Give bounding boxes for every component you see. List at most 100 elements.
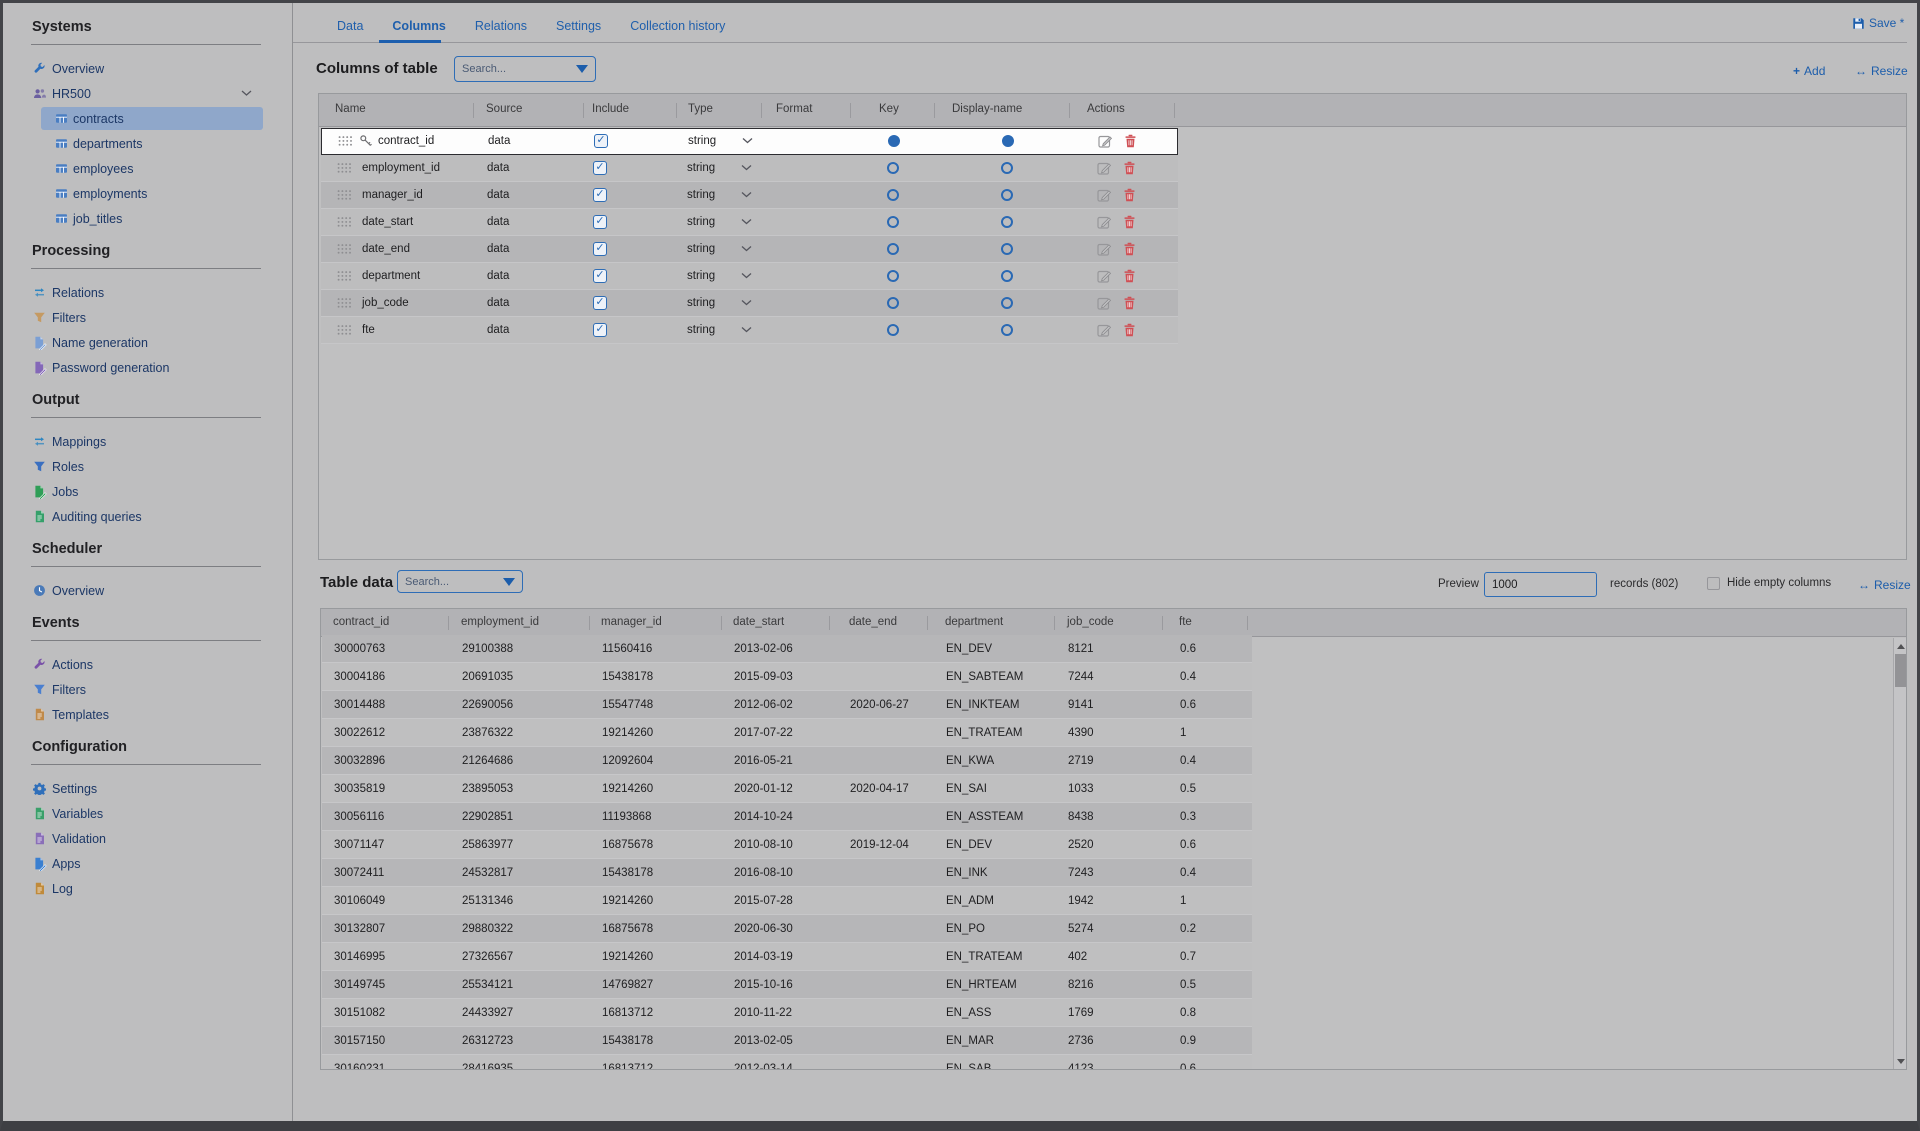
sidebar-item-actions[interactable]: Actions (3, 652, 292, 677)
vertical-scrollbar[interactable] (1893, 638, 1907, 1069)
tab-data[interactable]: Data (337, 19, 363, 33)
data-row[interactable]: 3003581923895053192142602020-01-122020-0… (322, 775, 1252, 803)
drag-handle-icon[interactable] (337, 189, 352, 200)
delete-icon[interactable] (1124, 134, 1137, 148)
scroll-up-button[interactable] (1895, 640, 1907, 652)
table-resize-button[interactable]: ↔ Resize (1858, 578, 1911, 592)
drag-handle-icon[interactable] (337, 297, 352, 308)
sidebar-item-settings[interactable]: Settings (3, 776, 292, 801)
sidebar-item-roles[interactable]: Roles (3, 454, 292, 479)
sidebar-item-filters[interactable]: Filters (3, 677, 292, 702)
column-row-contract_id[interactable]: contract_id data ✓ string (321, 128, 1178, 155)
sidebar-item-overview[interactable]: Overview (3, 578, 292, 603)
columns-search-combo[interactable]: Search... (454, 56, 596, 82)
hide-empty-columns-checkbox[interactable] (1707, 577, 1720, 590)
chevron-down-icon[interactable] (241, 90, 252, 97)
edit-icon[interactable] (1097, 295, 1112, 310)
tab-settings[interactable]: Settings (556, 19, 601, 33)
delete-icon[interactable] (1123, 215, 1136, 229)
data-row[interactable]: 3000418620691035154381782015-09-03EN_SAB… (322, 663, 1252, 691)
sidebar-item-name-generation[interactable]: Name generation (3, 330, 292, 355)
chevron-down-icon[interactable] (741, 299, 752, 306)
data-row[interactable]: 3014974525534121147698272015-10-16EN_HRT… (322, 971, 1252, 999)
chevron-down-icon[interactable] (741, 326, 752, 333)
data-row[interactable]: 3000076329100388115604162013-02-06EN_DEV… (322, 635, 1252, 663)
delete-icon[interactable] (1123, 296, 1136, 310)
edit-icon[interactable] (1097, 241, 1112, 256)
key-radio[interactable] (887, 216, 899, 228)
data-row[interactable]: 3015715026312723154381782013-02-05EN_MAR… (322, 1027, 1252, 1055)
sidebar-item-mappings[interactable]: Mappings (3, 429, 292, 454)
scrollbar-thumb[interactable] (1895, 654, 1907, 687)
data-row[interactable]: 3016023128416935168137122012-03-14EN_SAB… (322, 1055, 1252, 1070)
data-row[interactable]: 3005611622902851111938682014-10-24EN_ASS… (322, 803, 1252, 831)
include-checkbox[interactable]: ✓ (594, 134, 608, 148)
display-name-radio[interactable] (1001, 324, 1013, 336)
edit-icon[interactable] (1097, 214, 1112, 229)
data-row[interactable]: 3003289621264686120926042016-05-21EN_KWA… (322, 747, 1252, 775)
include-checkbox[interactable]: ✓ (593, 188, 607, 202)
column-row-employment_id[interactable]: employment_id data ✓ string (321, 155, 1178, 182)
key-radio[interactable] (887, 189, 899, 201)
key-radio[interactable] (888, 135, 900, 147)
column-row-department[interactable]: department data ✓ string (321, 263, 1178, 290)
delete-icon[interactable] (1123, 242, 1136, 256)
drag-handle-icon[interactable] (337, 243, 352, 254)
sidebar-item-hr500[interactable]: HR500 (3, 81, 292, 106)
drag-handle-icon[interactable] (337, 162, 352, 173)
sidebar-item-jobs[interactable]: Jobs (3, 479, 292, 504)
sidebar-item-apps[interactable]: Apps (3, 851, 292, 876)
display-name-radio[interactable] (1001, 216, 1013, 228)
include-checkbox[interactable]: ✓ (593, 323, 607, 337)
sidebar-item-log[interactable]: Log (3, 876, 292, 901)
sidebar-item-relations[interactable]: Relations (3, 280, 292, 305)
key-radio[interactable] (887, 162, 899, 174)
data-row[interactable]: 3015108224433927168137122010-11-22EN_ASS… (322, 999, 1252, 1027)
sidebar-item-overview[interactable]: Overview (3, 56, 292, 81)
columns-resize-button[interactable]: ↔ Resize (1855, 64, 1908, 78)
column-row-job_code[interactable]: job_code data ✓ string (321, 290, 1178, 317)
column-row-date_start[interactable]: date_start data ✓ string (321, 209, 1178, 236)
display-name-radio[interactable] (1002, 135, 1014, 147)
edit-icon[interactable] (1097, 268, 1112, 283)
drag-handle-icon[interactable] (337, 324, 352, 335)
sidebar-item-password-generation[interactable]: Password generation (3, 355, 292, 380)
column-row-manager_id[interactable]: manager_id data ✓ string (321, 182, 1178, 209)
key-radio[interactable] (887, 243, 899, 255)
table-search-combo[interactable]: Search... (397, 570, 523, 593)
sidebar-item-variables[interactable]: Variables (3, 801, 292, 826)
data-row[interactable]: 3001448822690056155477482012-06-022020-0… (322, 691, 1252, 719)
include-checkbox[interactable]: ✓ (593, 296, 607, 310)
chevron-down-icon[interactable] (741, 164, 752, 171)
sidebar-item-validation[interactable]: Validation (3, 826, 292, 851)
save-button[interactable]: Save * (1852, 16, 1904, 30)
drag-handle-icon[interactable] (337, 270, 352, 281)
sidebar-item-employments[interactable]: employments (3, 181, 292, 206)
include-checkbox[interactable]: ✓ (593, 269, 607, 283)
key-radio[interactable] (887, 270, 899, 282)
chevron-down-icon[interactable] (742, 138, 753, 145)
chevron-down-icon[interactable] (741, 245, 752, 252)
delete-icon[interactable] (1123, 161, 1136, 175)
data-row[interactable]: 3002261223876322192142602017-07-22EN_TRA… (322, 719, 1252, 747)
chevron-down-icon[interactable] (741, 218, 752, 225)
delete-icon[interactable] (1123, 188, 1136, 202)
data-row[interactable]: 3013280729880322168756782020-06-30EN_PO5… (322, 915, 1252, 943)
display-name-radio[interactable] (1001, 243, 1013, 255)
edit-icon[interactable] (1097, 322, 1112, 337)
sidebar-item-job-titles[interactable]: job_titles (3, 206, 292, 231)
delete-icon[interactable] (1123, 269, 1136, 283)
drag-handle-icon[interactable] (338, 136, 353, 147)
data-row[interactable]: 3014699527326567192142602014-03-19EN_TRA… (322, 943, 1252, 971)
tab-columns[interactable]: Columns (392, 19, 445, 33)
tab-collection-history[interactable]: Collection history (630, 19, 725, 33)
display-name-radio[interactable] (1001, 189, 1013, 201)
data-row[interactable]: 3010604925131346192142602015-07-28EN_ADM… (322, 887, 1252, 915)
key-radio[interactable] (887, 324, 899, 336)
delete-icon[interactable] (1123, 323, 1136, 337)
tab-relations[interactable]: Relations (475, 19, 527, 33)
preview-count-input[interactable] (1484, 572, 1597, 597)
add-column-button[interactable]: + Add (1793, 64, 1825, 78)
edit-icon[interactable] (1097, 187, 1112, 202)
sidebar-item-departments[interactable]: departments (3, 131, 292, 156)
